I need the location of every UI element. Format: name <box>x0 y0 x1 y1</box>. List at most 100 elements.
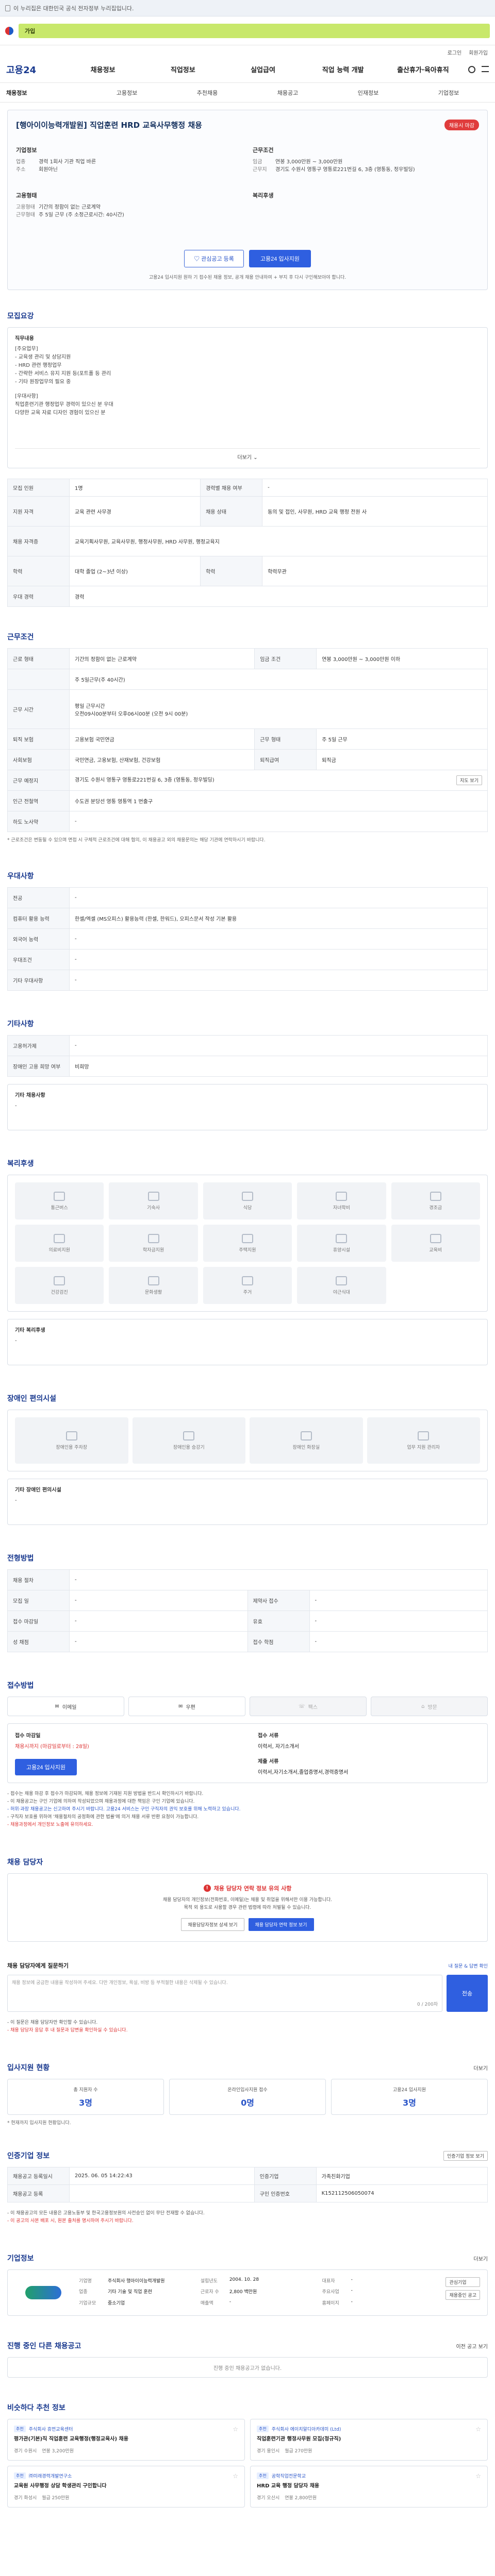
table-row: 모집 일 - 제약사 접수 - <box>7 1590 488 1611</box>
table-row: 모집 인원 1명 경력별 채용 여부 - <box>7 479 488 497</box>
nav-item-training[interactable]: 직업 능력 개발 <box>303 64 383 74</box>
save-job-button[interactable]: ♡ 관심공고 등록 <box>184 250 244 267</box>
welfare-tile-label: 경조금 <box>429 1205 442 1211</box>
meta-button[interactable]: 인증기업 정보 보기 <box>443 2150 488 2161</box>
table-key: 채용 상태 <box>200 496 263 527</box>
table-key: 모집 인원 <box>7 479 70 497</box>
subnav-item-talent[interactable]: 인재정보 <box>328 89 408 97</box>
site-logo[interactable]: 고용24 <box>6 63 63 76</box>
desc-line: [주요업무] <box>15 346 38 352</box>
prefer-section: 우대사항 전공 - 컴퓨터 활용 능력 한셀/엑셀 (MS오피스) 활용능력 (한셀… <box>0 852 495 1000</box>
menu-icon[interactable] <box>482 65 489 72</box>
company-row-value: 경력 1회사 기관 직업 바른 <box>39 159 96 165</box>
welfare-tile: 휴양시설 <box>297 1225 386 1262</box>
welfare-tile: 경조금 <box>391 1182 480 1219</box>
nav-item-jobs[interactable]: 채용정보 <box>63 64 143 74</box>
stat-card: 총 지원자 수 3명 <box>7 2079 164 2115</box>
welfare-tile-label: 건강검진 <box>51 1290 68 1295</box>
welfare-tile: 야근식대 <box>297 1267 386 1304</box>
table-row: 근무 시간 평일 근무시간 오전09시00분부터 오후06시00분 (오전 9시 … <box>7 689 488 729</box>
subnav-item-recommend[interactable]: 추천채용 <box>167 89 248 97</box>
table-row: 전공 - <box>7 887 488 908</box>
other-jobs-title: 진행 중인 다른 채용공고 <box>7 2342 81 2350</box>
signup-link[interactable]: 회원가입 <box>469 48 488 56</box>
deadline-value: 채용시까지 (마감일로부터 : 28일) <box>15 1744 89 1750</box>
login-link[interactable]: 로그인 <box>448 48 462 56</box>
apply-online-button[interactable]: 고용24 입사지원 <box>15 1759 77 1775</box>
qa-submit-button[interactable]: 전송 <box>447 1975 488 2012</box>
table-value: - <box>69 949 488 970</box>
subnav-item-postings[interactable]: 채용공고 <box>248 89 328 97</box>
recommend-card[interactable]: ☆ 추천 주식회사 에이치알디아카데미 (Ltd) 직업훈련기관 행정사무원 모집… <box>250 2419 488 2461</box>
stat-label: 총 지원자 수 <box>73 2087 98 2093</box>
mail-icon: ✉ <box>55 1703 59 1709</box>
nav-item-unemployment[interactable]: 실업급여 <box>223 64 303 74</box>
recommend-tag: 추천 <box>14 2426 26 2432</box>
subnav-item-jobs[interactable]: 채용정보 <box>6 89 87 97</box>
star-icon[interactable]: ☆ <box>233 2472 238 2480</box>
support-manager-icon <box>418 1431 430 1440</box>
contact-title: 채용 담당자 <box>7 1858 43 1867</box>
welfare-box: 통근버스 기숙사 식당 자녀학비 경조금 의료비지원 학자금지원 주택지원 휴양… <box>7 1175 488 1312</box>
company-key: 대표자 <box>322 2279 335 2284</box>
more-button[interactable]: 더보기 ⌄ <box>15 448 480 461</box>
table-row: 지원 자격 교육 관련 사무경 채용 상태 동의 및 접인, 사무원, HRD 교육… <box>7 496 488 527</box>
table-key: 채용 자격증 <box>7 526 70 556</box>
recommend-card[interactable]: ☆ 추천 공학직업전문학교 HRD 교육 행정 담당자 채용 경기 오산시 연봉 2… <box>250 2466 488 2507</box>
company-value: - <box>351 2299 353 2304</box>
method-section: 접수방법 ✉ 이메일 ✉ 우편 ☏ 팩스 ⌂ 방문 접수 마감일 채용시까지 (마감일로… <box>0 1662 495 1838</box>
bullet-item: - 이 채용공고의 모든 내용은 고용노동부 및 한국고용정보원의 사전승인 없… <box>7 2211 205 2216</box>
method-visit: ⌂ 방문 <box>371 1697 488 1716</box>
table-key: 경력별 채용 여부 <box>200 479 263 497</box>
promo-banner[interactable]: 가입 <box>19 23 490 38</box>
recommend-card[interactable]: ☆ 추천 ㈜미래경력개발연구소 교육원 사무행정 상담 학생관리 구인합니다 경기… <box>7 2466 245 2507</box>
qa-history-link[interactable]: 내 질문 & 답변 확인 <box>449 1962 488 1969</box>
subnav-item-employment[interactable]: 고용정보 <box>87 89 167 97</box>
star-icon[interactable]: ☆ <box>233 2426 238 2433</box>
recommend-pay: 월급 250만원 <box>42 2496 70 2501</box>
recommend-card[interactable]: ☆ 추천 주식회사 휴먼교육센터 평가관(기본)직 직업훈련 교육행정(행정교육사… <box>7 2419 245 2461</box>
follow-company-button[interactable]: 관심기업 <box>446 2277 480 2287</box>
nav-item-career[interactable]: 직업정보 <box>143 64 223 74</box>
company-key: 홈페이지 <box>322 2300 339 2306</box>
job-description-heading: 직무내용 <box>15 336 34 342</box>
job-title: [행아이이능력개발원] 직업훈련 HRD 교육사무행정 채용 <box>16 121 202 130</box>
contact-detail-button[interactable]: 채용담당자정보 상세 보기 <box>181 1918 244 1931</box>
company-value: 2,800 백만원 <box>229 2290 257 2295</box>
method-post[interactable]: ✉ 우편 <box>128 1697 245 1716</box>
table-key: 모집 일 <box>7 1590 70 1611</box>
table-key: 하도 노사약 <box>7 811 70 832</box>
table-value: - <box>69 1611 248 1632</box>
contact-info-button[interactable]: 채용 담당자 연락 정보 보기 <box>248 1918 314 1931</box>
star-icon[interactable]: ☆ <box>475 2426 481 2433</box>
nav-item-leave[interactable]: 출산휴가·육아휴직 <box>383 64 463 74</box>
qa-input[interactable]: 채용 정보에 궁금한 내용을 작성하여 주세요. 다만 개인정보, 욕설, 비방… <box>7 1975 442 2012</box>
stats-more-link[interactable]: 더보기 <box>473 2064 488 2072</box>
gov-notice-bar: 이 누리집은 대한민국 공식 전자정부 누리집입니다. <box>0 0 495 16</box>
bullet-item: - 이 공고의 사본 배포 시, 원본 출처를 명시하여 주시기 바랍니다. <box>7 2218 134 2224</box>
education-icon <box>430 1233 441 1243</box>
employment-row-value: 주 5일 근무 (주 소정근로시간: 40시간) <box>39 212 124 218</box>
map-button[interactable]: 지도 보기 <box>456 775 482 785</box>
main-nav: 고용24 채용정보 직업정보 실업급여 직업 능력 개발 출산휴가·육아휴직 <box>0 56 495 83</box>
table-key: 퇴직 보험 <box>7 728 70 750</box>
star-icon[interactable]: ☆ <box>475 2472 481 2480</box>
table-row: 근무 예정지 경기도 수원시 영통구 영통로221번길 6, 3층 (영통동, … <box>7 770 488 791</box>
recommend-pay: 연봉 2,800만원 <box>285 2496 317 2501</box>
company-jobs-button[interactable]: 채용중인 공고 <box>446 2290 480 2300</box>
disability-tile-label: 업무 지원 관리자 <box>407 1445 440 1450</box>
workcond-section: 근무조건 근로 형태 기간의 정함이 없는 근로계약 임금 조건 연봉 3,000만… <box>0 616 495 852</box>
company-more-link[interactable]: 더보기 <box>473 2255 488 2262</box>
summary-title: 모집요강 <box>7 312 34 320</box>
welfare-tile-label: 자녀학비 <box>333 1205 350 1211</box>
apply-button[interactable]: 고용24 입사지원 <box>249 250 311 267</box>
subnav-item-company[interactable]: 기업정보 <box>408 89 489 97</box>
table-row: 퇴직 보험 고용보험 국민연금 근무 형태 주 5일 근무 <box>7 728 488 750</box>
search-icon[interactable] <box>468 65 476 73</box>
method-email[interactable]: ✉ 이메일 <box>7 1697 124 1716</box>
recommend-pay: 월급 270만원 <box>285 2449 312 2454</box>
table-key: 장애인 고용 희망 여부 <box>7 1056 70 1077</box>
other-jobs-more-link[interactable]: 이전 공고 보기 <box>456 2342 488 2350</box>
table-value: - <box>69 811 488 832</box>
